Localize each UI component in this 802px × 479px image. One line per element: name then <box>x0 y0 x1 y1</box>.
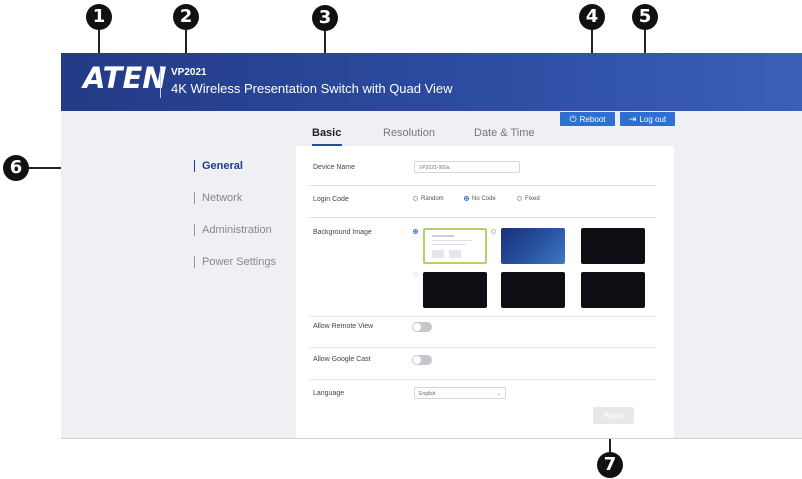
callout-5: 5 <box>632 4 658 30</box>
background-radio-1[interactable] <box>413 229 418 234</box>
allow-google-cast-label: Allow Google Cast <box>313 356 371 363</box>
radio-dot <box>464 196 469 201</box>
sidebar-item-label: Administration <box>202 224 272 236</box>
bottom-divider <box>61 438 802 439</box>
background-thumbnail-3[interactable] <box>581 228 645 264</box>
callout-7: 7 <box>597 452 623 478</box>
language-label: Language <box>313 390 345 397</box>
reboot-label: Reboot <box>579 115 606 124</box>
sidebar-item-power-settings[interactable]: Power Settings <box>194 256 276 269</box>
allow-remote-view-label: Allow Remote View <box>313 323 374 330</box>
row-divider <box>309 217 656 218</box>
radio-dot <box>517 196 522 201</box>
radio-label: Random <box>421 196 444 203</box>
sidebar-item-administration[interactable]: Administration <box>194 224 272 237</box>
background-image-label: Background Image <box>313 229 372 236</box>
login-code-random-radio[interactable]: Random <box>413 196 444 202</box>
radio-dot <box>413 196 418 201</box>
background-radio-4[interactable] <box>413 272 418 277</box>
product-subtitle: 4K Wireless Presentation Switch with Qua… <box>171 81 453 96</box>
tab-date-time[interactable]: Date & Time <box>474 127 535 139</box>
radio-label: Fixed <box>525 196 540 203</box>
allow-google-cast-toggle[interactable] <box>412 355 432 365</box>
sidebar-item-general[interactable]: General <box>194 160 243 173</box>
logout-button[interactable]: ⇥ Log out <box>620 112 675 126</box>
sidebar-item-network[interactable]: Network <box>194 192 243 205</box>
login-code-label: Login Code <box>313 196 349 203</box>
language-value: English <box>419 391 436 397</box>
device-name-input[interactable]: VP2021-060a <box>414 161 520 173</box>
sidebar-item-label: Network <box>202 192 243 204</box>
logout-label: Log out <box>639 115 667 124</box>
sidebar-item-label: Power Settings <box>202 256 276 268</box>
radio-label: No Code <box>472 196 496 203</box>
aten-logo: ATEN <box>83 61 167 95</box>
logout-icon: ⇥ <box>628 114 637 124</box>
toggle-knob <box>413 356 421 364</box>
callout-6: 6 <box>3 155 29 181</box>
background-radio-3[interactable] <box>571 229 576 234</box>
nav-marker <box>194 224 195 237</box>
background-thumbnail-1[interactable] <box>423 228 487 264</box>
device-name-label: Device Name <box>313 164 356 171</box>
language-select[interactable]: English ⌄ <box>414 387 506 399</box>
sidebar-item-label: General <box>202 160 243 172</box>
row-divider <box>309 379 656 380</box>
background-thumbnail-2[interactable] <box>501 228 565 264</box>
background-thumbnail-5[interactable] <box>501 272 565 308</box>
login-code-no-code-radio[interactable]: No Code <box>464 196 496 202</box>
row-divider <box>309 316 656 317</box>
nav-marker <box>194 192 195 205</box>
background-thumbnail-4[interactable] <box>423 272 487 308</box>
apply-button[interactable]: Apply <box>593 407 634 424</box>
background-radio-2[interactable] <box>491 229 496 234</box>
callout-2: 2 <box>173 4 199 30</box>
allow-remote-view-toggle[interactable] <box>412 322 432 332</box>
nav-marker <box>194 256 195 269</box>
callout-3: 3 <box>312 5 338 31</box>
row-divider <box>309 185 656 186</box>
toggle-knob <box>413 323 421 331</box>
row-divider <box>309 347 656 348</box>
nav-marker <box>194 160 195 173</box>
callout-1: 1 <box>86 4 112 30</box>
reboot-button[interactable]: ⏻ Reboot <box>560 112 615 126</box>
login-code-fixed-radio[interactable]: Fixed <box>517 196 540 202</box>
chevron-down-icon: ⌄ <box>496 391 501 397</box>
tab-basic[interactable]: Basic <box>312 127 341 139</box>
model-name: VP2021 <box>171 67 207 78</box>
background-thumbnail-6[interactable] <box>581 272 645 308</box>
callout-4: 4 <box>579 4 605 30</box>
tab-resolution[interactable]: Resolution <box>383 127 435 139</box>
power-icon: ⏻ <box>569 114 577 124</box>
header-divider <box>160 66 161 98</box>
